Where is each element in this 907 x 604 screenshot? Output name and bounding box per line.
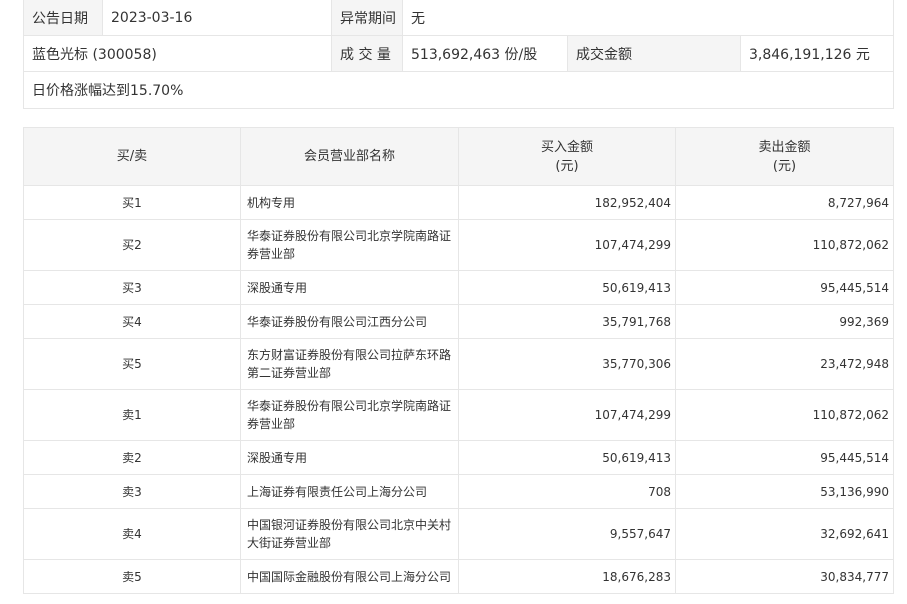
row-sell-amount: 95,445,514 [675,440,894,475]
turnover-label: 成交金额 [567,35,741,72]
row-sell-amount: 8,727,964 [675,185,894,220]
row-dept: 华泰证券股份有限公司北京学院南路证券营业部 [240,389,459,441]
row-dept: 中国国际金融股份有限公司上海分公司 [240,559,459,594]
row-sell-amount: 32,692,641 [675,508,894,560]
row-side: 买1 [23,185,241,220]
row-buy-amount: 708 [458,474,676,509]
trades-header-row: 买/卖 会员营业部名称 买入金额 (元) 卖出金额 (元) [23,127,894,186]
header-sell-line2: (元) [772,158,797,174]
row-sell-amount: 95,445,514 [675,270,894,305]
row-sell-amount: 23,472,948 [675,338,894,390]
table-row: 卖2 深股通专用 50,619,413 95,445,514 [23,440,894,475]
table-row: 买2 华泰证券股份有限公司北京学院南路证券营业部 107,474,299 110… [23,219,894,271]
row-buy-amount: 9,557,647 [458,508,676,560]
info-row-date: 公告日期 2023-03-16 异常期间 无 [23,0,895,36]
table-row: 卖5 中国国际金融股份有限公司上海分公司 18,676,283 30,834,7… [23,559,894,594]
row-side: 卖2 [23,440,241,475]
header-sell-amount: 卖出金额 (元) [675,127,894,186]
row-side: 卖4 [23,508,241,560]
row-dept: 华泰证券股份有限公司北京学院南路证券营业部 [240,219,459,271]
row-sell-amount: 110,872,062 [675,219,894,271]
turnover-value: 3,846,191,126 元 [739,35,895,72]
row-side: 卖3 [23,474,241,509]
announce-date-value: 2023-03-16 [102,0,332,36]
volume-label: 成 交 量 [331,35,403,72]
row-sell-amount: 992,369 [675,304,894,339]
table-row: 买4 华泰证券股份有限公司江西分公司 35,791,768 992,369 [23,304,894,339]
row-dept: 机构专用 [240,185,459,220]
table-row: 卖1 华泰证券股份有限公司北京学院南路证券营业部 107,474,299 110… [23,389,894,441]
row-dept: 东方财富证券股份有限公司拉萨东环路第二证券营业部 [240,338,459,390]
announcement-info-table: 公告日期 2023-03-16 异常期间 无 蓝色光标 (300058) 成 交… [22,0,895,109]
row-side: 卖5 [23,559,241,594]
row-buy-amount: 35,770,306 [458,338,676,390]
abnormal-period-value: 无 [401,0,895,36]
row-buy-amount: 50,619,413 [458,440,676,475]
announce-date-label: 公告日期 [23,0,103,36]
row-dept: 深股通专用 [240,270,459,305]
row-buy-amount: 107,474,299 [458,389,676,441]
table-row: 买3 深股通专用 50,619,413 95,445,514 [23,270,894,305]
header-sell-line1: 卖出金额 [758,139,811,155]
table-row: 卖4 中国银河证券股份有限公司北京中关村大街证券营业部 9,557,647 32… [23,508,894,560]
header-buy-line2: (元) [555,158,579,174]
trading-seats-table: 买/卖 会员营业部名称 买入金额 (元) 卖出金额 (元) 买1 机构专用 18… [23,127,894,594]
row-buy-amount: 50,619,413 [458,270,676,305]
row-side: 买2 [23,219,241,271]
header-buy-amount: 买入金额 (元) [458,127,676,186]
row-buy-amount: 182,952,404 [458,185,676,220]
row-side: 买5 [23,338,241,390]
header-side: 买/卖 [23,127,241,186]
abnormal-reason: 日价格涨幅达到15.70% [22,71,895,109]
row-side: 买3 [23,270,241,305]
row-dept: 上海证券有限责任公司上海分公司 [240,474,459,509]
row-sell-amount: 53,136,990 [675,474,894,509]
row-sell-amount: 110,872,062 [675,389,894,441]
table-row: 买1 机构专用 182,952,404 8,727,964 [23,185,894,220]
header-buy-line1: 买入金额 [540,139,593,155]
volume-value: 513,692,463 份/股 [402,35,568,72]
row-sell-amount: 30,834,777 [675,559,894,594]
table-row: 卖3 上海证券有限责任公司上海分公司 708 53,136,990 [23,474,894,509]
row-buy-amount: 18,676,283 [458,559,676,594]
table-row: 买5 东方财富证券股份有限公司拉萨东环路第二证券营业部 35,770,306 2… [23,338,894,390]
stock-name-code: 蓝色光标 (300058) [23,35,332,72]
row-dept: 华泰证券股份有限公司江西分公司 [240,304,459,339]
row-side: 买4 [23,304,241,339]
row-dept: 深股通专用 [240,440,459,475]
row-side: 卖1 [23,389,241,441]
info-row-reason: 日价格涨幅达到15.70% [22,71,895,109]
row-dept: 中国银河证券股份有限公司北京中关村大街证券营业部 [240,508,459,560]
row-buy-amount: 107,474,299 [458,219,676,271]
header-dept: 会员营业部名称 [240,127,459,186]
info-row-volume: 蓝色光标 (300058) 成 交 量 513,692,463 份/股 成交金额… [23,35,895,72]
row-buy-amount: 35,791,768 [458,304,676,339]
abnormal-period-label: 异常期间 [331,0,403,36]
